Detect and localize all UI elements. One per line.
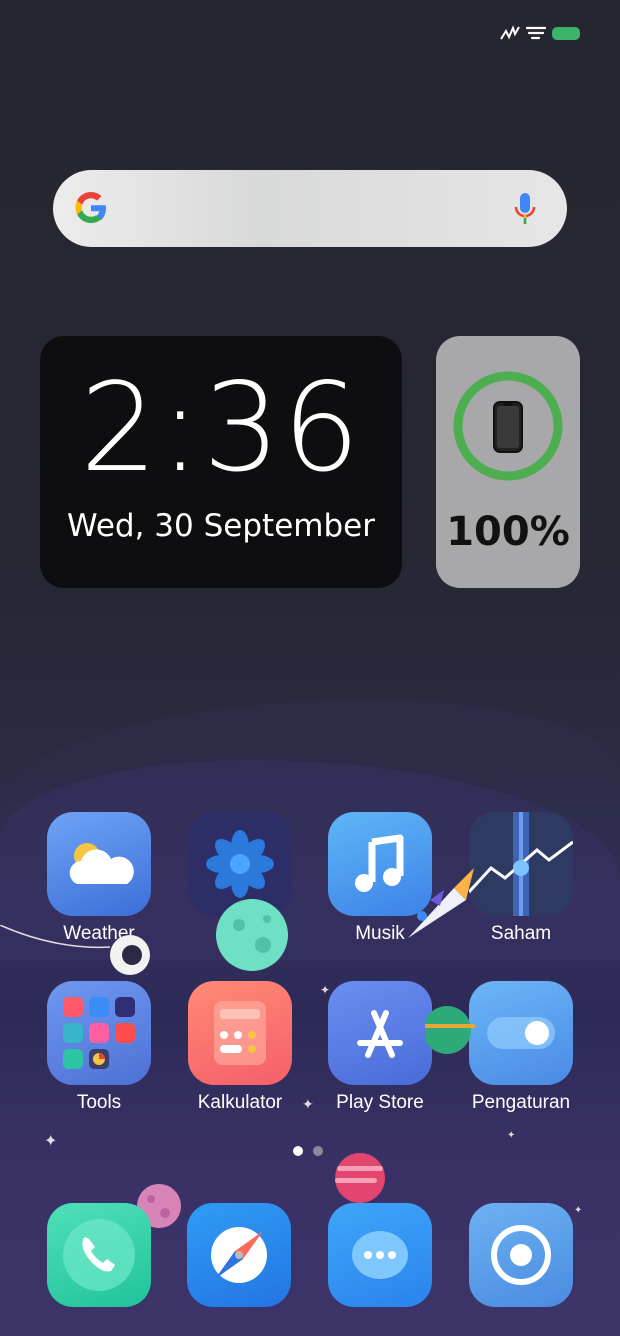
status-bar xyxy=(500,22,580,44)
page-dot-active[interactable] xyxy=(293,1146,303,1156)
app-kalkulator[interactable]: Kalkulator xyxy=(170,981,310,1115)
microphone-icon[interactable] xyxy=(513,191,537,232)
dock-phone[interactable] xyxy=(47,1203,151,1307)
app-label: Pengaturan xyxy=(471,1092,571,1113)
star-decoration: ✦ xyxy=(44,1133,58,1150)
clock-time: 2:36 xyxy=(80,357,362,499)
star-decoration: ✦ xyxy=(507,1130,516,1141)
battery-icon xyxy=(552,26,580,40)
search-bar[interactable] xyxy=(53,170,567,247)
folder-icon xyxy=(47,981,151,1085)
camera-icon xyxy=(469,1225,573,1307)
phone-icon xyxy=(492,400,524,459)
cloud-sun-icon xyxy=(47,812,151,916)
clock-date: Wed, 30 September xyxy=(67,508,375,544)
signal-icon xyxy=(500,25,520,41)
page-dot[interactable] xyxy=(313,1146,323,1156)
clock-widget[interactable]: 2:36 Wed, 30 September xyxy=(40,336,402,588)
compass-icon xyxy=(187,1227,291,1307)
battery-percent: 100% xyxy=(446,509,570,555)
calculator-icon xyxy=(188,981,292,1085)
astronaut-decoration xyxy=(0,924,165,990)
dock-browser[interactable] xyxy=(187,1203,291,1307)
dock-messages[interactable] xyxy=(328,1203,432,1307)
app-label: Kalkulator xyxy=(197,1092,283,1113)
moon-decoration xyxy=(207,895,297,980)
toggle-icon xyxy=(469,981,573,1085)
dock-camera[interactable] xyxy=(469,1203,573,1307)
phone-call-icon xyxy=(47,1219,151,1307)
app-store-icon xyxy=(328,981,432,1085)
stock-chart-icon xyxy=(469,812,573,916)
star-decoration: ✦ xyxy=(320,983,331,997)
star-decoration: ✦ xyxy=(302,1096,314,1112)
google-logo-icon xyxy=(73,190,109,231)
app-label: Tools xyxy=(76,1092,122,1113)
planet-decoration xyxy=(423,1000,475,1065)
star-decoration: ✦ xyxy=(574,1205,583,1216)
message-icon xyxy=(328,1231,432,1307)
battery-widget[interactable]: 100% xyxy=(436,336,580,588)
rocket-decoration xyxy=(400,860,480,951)
wifi-icon xyxy=(526,25,546,41)
app-tools[interactable]: Tools xyxy=(29,981,169,1115)
page-indicator[interactable] xyxy=(293,1146,323,1156)
app-label: Play Store xyxy=(336,1092,424,1113)
striped-planet-decoration xyxy=(333,1152,389,1209)
